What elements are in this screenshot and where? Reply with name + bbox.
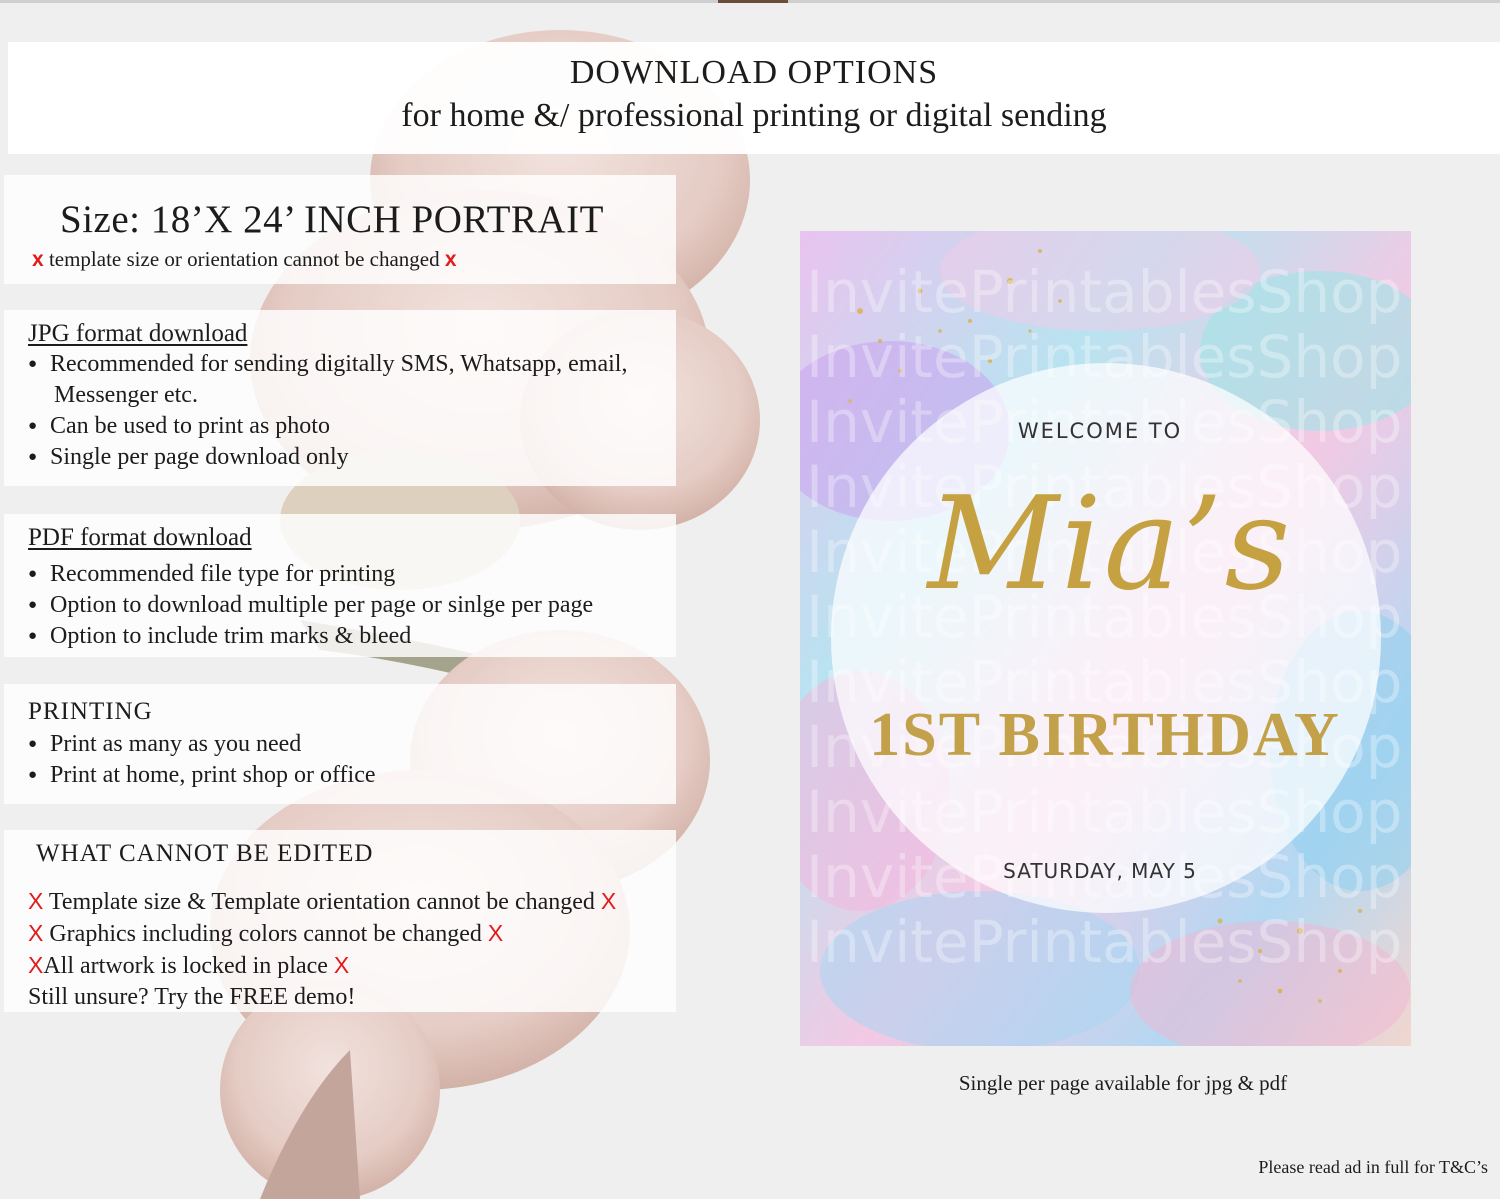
pdf-section: PDF format download Recommended file typ… <box>4 514 676 657</box>
jpg-title: JPG format download <box>28 320 248 347</box>
watermark-text: InvitePrintablesShop <box>806 908 1403 975</box>
x-mark-icon: X <box>28 920 44 946</box>
printing-title: PRINTING <box>28 698 153 725</box>
poster-date-text: SATURDAY, MAY 5 <box>1003 859 1197 883</box>
cannot-edit-line: XAll artwork is locked in place X <box>28 950 616 982</box>
demo-note: Still unsure? Try the FREE demo! <box>28 984 356 1010</box>
list-item: Recommended for sending digitally SMS, W… <box>28 349 627 411</box>
cannot-edit-text: All artwork is locked in place <box>43 953 328 979</box>
jpg-list: Recommended for sending digitally SMS, W… <box>28 349 627 473</box>
x-mark-icon: x <box>32 248 44 271</box>
jpg-section: JPG format download Recommended for send… <box>4 310 676 486</box>
list-item: Print at home, print shop or office <box>28 760 376 791</box>
x-mark-icon: X <box>600 888 617 914</box>
cannot-edit-lines: X Template size & Template orientation c… <box>28 886 616 1013</box>
list-item: Option to include trim marks & bleed <box>28 621 593 652</box>
pdf-title: PDF format download <box>28 524 252 551</box>
poster-welcome-text: WELCOME TO <box>1017 419 1183 443</box>
list-item: Print as many as you need <box>28 729 376 760</box>
page-subtitle: for home &/ professional printing or dig… <box>401 97 1107 134</box>
cannot-edit-line: X Template size & Template orientation c… <box>28 886 616 918</box>
pdf-list: Recommended file type for printing Optio… <box>28 559 593 652</box>
cannot-edit-section: WHAT CANNOT BE EDITED X Template size & … <box>4 830 676 1012</box>
cannot-edit-title: WHAT CANNOT BE EDITED <box>36 840 374 867</box>
x-mark-icon: X <box>28 952 44 978</box>
x-mark-icon: X <box>28 888 44 914</box>
list-item: Recommended file type for printing <box>28 559 593 590</box>
size-title: Size: 18’X 24’ INCH PORTRAIT <box>60 198 604 241</box>
poster-name-text: Mia’s <box>927 470 1293 619</box>
list-item: Option to download multiple per page or … <box>28 590 593 621</box>
list-item-text: Messenger etc. <box>54 382 198 408</box>
list-item: Single per page download only <box>28 442 627 473</box>
terms-footnote: Please read ad in full for T&C’s <box>1258 1157 1488 1177</box>
poster-caption: Single per page available for jpg & pdf <box>958 1071 1288 1095</box>
x-mark-icon: x <box>444 248 457 271</box>
header-banner: DOWNLOAD OPTIONS for home &/ professiona… <box>8 42 1500 154</box>
printing-section: PRINTING Print as many as you need Print… <box>4 684 676 804</box>
size-section: Size: 18’X 24’ INCH PORTRAIT x template … <box>4 175 676 284</box>
cannot-edit-text: Graphics including colors cannot be chan… <box>49 921 482 947</box>
poster-center-circle <box>831 363 1381 913</box>
size-note: x template size or orientation cannot be… <box>32 247 457 272</box>
x-mark-icon: X <box>333 952 350 978</box>
page-title: DOWNLOAD OPTIONS <box>569 54 939 91</box>
cannot-edit-line: X Graphics including colors cannot be ch… <box>28 918 616 950</box>
list-item-text: Recommended for sending digitally SMS, W… <box>50 351 628 377</box>
list-item: Can be used to print as photo <box>28 411 627 442</box>
watermark-text: InvitePrintablesShop <box>806 260 1403 326</box>
x-mark-icon: X <box>487 920 504 946</box>
cannot-edit-text: Template size & Template orientation can… <box>48 889 595 915</box>
size-note-text: template size or orientation cannot be c… <box>48 247 440 271</box>
printing-list: Print as many as you need Print at home,… <box>28 729 376 791</box>
poster-event-text: 1ST BIRTHDAY <box>869 701 1341 769</box>
